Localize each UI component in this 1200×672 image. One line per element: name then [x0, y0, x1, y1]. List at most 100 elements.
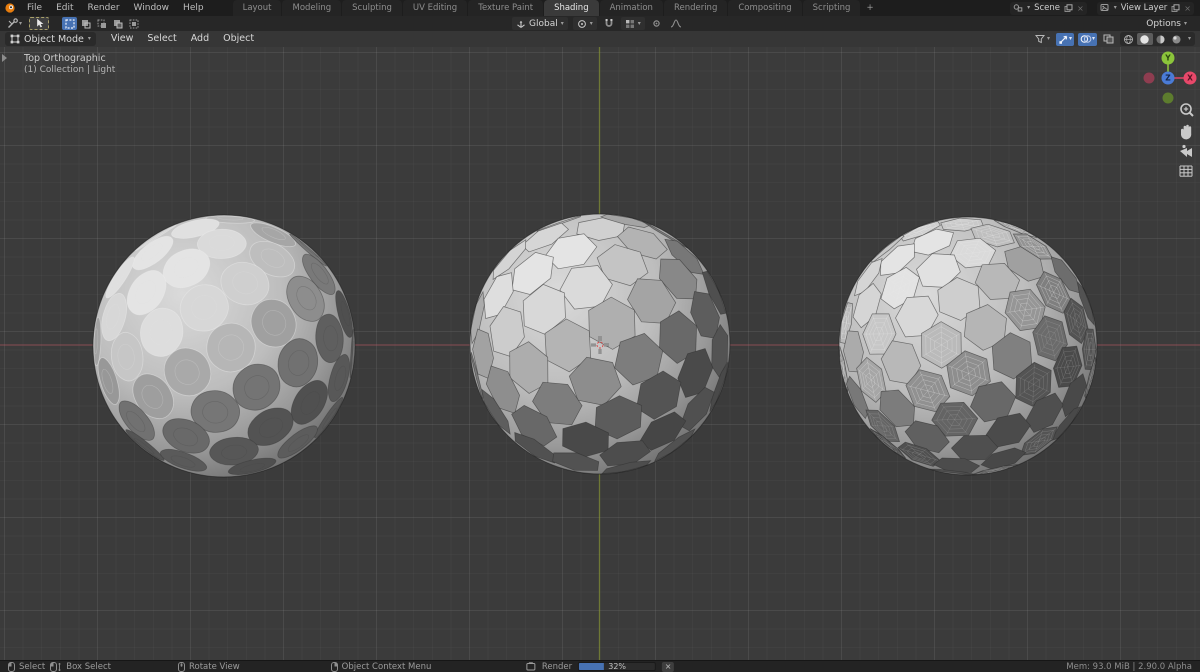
options-label: Options [1146, 18, 1181, 29]
unlink-scene-icon[interactable]: × [1077, 4, 1084, 13]
show-overlays-toggle[interactable]: ▾ [1077, 32, 1097, 46]
transform-orientation-dropdown[interactable]: Global ▾ [512, 17, 568, 30]
new-scene-icon[interactable] [1064, 3, 1073, 13]
scene-canvas[interactable]: Y X Z [0, 47, 1200, 660]
xray-icon [1103, 34, 1114, 44]
gizmo-axis-y-neg[interactable] [1162, 92, 1174, 104]
render-job-icon [526, 662, 536, 671]
navigation-gizmo[interactable]: Y X Z [1143, 51, 1197, 104]
options-dropdown[interactable]: Options ▾ [1142, 17, 1191, 30]
shading-solid-button[interactable] [1136, 33, 1153, 45]
viewport-menu-add[interactable]: Add [184, 31, 216, 47]
orientation-label: Global [529, 18, 558, 29]
show-gizmo-toggle[interactable]: ▾ [1055, 32, 1074, 46]
chevron-down-icon: ▾ [1187, 35, 1191, 42]
remove-view-layer-icon[interactable]: × [1184, 4, 1191, 13]
chevron-down-icon: ▾ [560, 19, 564, 27]
view-layer-icon [1100, 4, 1109, 11]
mode-label: Object Mode [24, 33, 84, 45]
svg-text:Z: Z [1165, 74, 1171, 83]
cancel-render-button[interactable]: × [662, 661, 675, 672]
scene-icon [1013, 4, 1023, 12]
scene-selector[interactable]: ▾ Scene × [1010, 1, 1087, 15]
tab-sculpting[interactable]: Sculpting [342, 0, 402, 16]
menu-render[interactable]: Render [81, 0, 127, 16]
active-tool-select-box[interactable] [29, 17, 50, 30]
chevron-down-icon: ▾ [589, 19, 593, 27]
tab-shading[interactable]: Shading [544, 0, 599, 16]
object-mode-icon [10, 34, 20, 44]
sphere-object-blob[interactable] [92, 214, 356, 478]
workspace-tabs: Layout Modeling Sculpting UV Editing Texture… [232, 0, 879, 16]
tab-compositing[interactable]: Compositing [728, 0, 802, 16]
overlays-icon [1080, 35, 1092, 43]
viewport-menu-view[interactable]: View [104, 31, 141, 47]
viewport-menu-object[interactable]: Object [216, 31, 261, 47]
topbar: File Edit Render Window Help Layout Modeling S… [0, 0, 1200, 16]
select-mode-extend-button[interactable] [78, 17, 93, 30]
select-mode-subtract-button[interactable] [94, 17, 109, 30]
viewport-3d[interactable]: Top Orthographic (1) Collection | Light … [0, 47, 1200, 660]
proportional-editing-toggle[interactable] [650, 17, 663, 30]
tab-uv-editing[interactable]: UV Editing [402, 0, 468, 16]
blender-logo-icon[interactable] [0, 0, 20, 16]
mouse-left-icon [8, 661, 15, 672]
shading-material-button[interactable] [1153, 33, 1169, 45]
shading-rendered-button[interactable] [1169, 33, 1185, 45]
render-progress-bar: 32% [578, 662, 657, 671]
proportional-falloff-dropdown[interactable] [668, 17, 684, 30]
chevron-down-icon: ▾ [1068, 35, 1072, 42]
new-view-layer-icon[interactable] [1171, 3, 1180, 13]
keymap-context-menu-hint: Object Context Menu [330, 661, 431, 672]
snap-toggle-button[interactable] [602, 17, 616, 30]
chevron-down-icon: ▾ [1046, 35, 1050, 42]
hint-label: Select [19, 661, 46, 672]
sphere-object-wire[interactable] [838, 216, 1098, 476]
tab-texture-paint[interactable]: Texture Paint [468, 0, 544, 16]
tab-animation[interactable]: Animation [599, 0, 663, 16]
tab-rendering[interactable]: Rendering [663, 0, 728, 16]
menu-window[interactable]: Window [127, 0, 177, 16]
sphere-object-facet[interactable] [469, 213, 731, 475]
chevron-down-icon: ▾ [87, 35, 91, 42]
scene-name: Scene [1034, 3, 1060, 13]
tab-layout[interactable]: Layout [232, 0, 282, 16]
status-bar: Select Box Select Rotate View Object Con… [0, 660, 1200, 672]
camera-view-icon[interactable] [1180, 144, 1192, 157]
tab-scripting[interactable]: Scripting [802, 0, 861, 16]
viewport-menu-select[interactable]: Select [140, 31, 183, 47]
blender-window: File Edit Render Window Help Layout Modeling S… [0, 0, 1200, 672]
object-type-visibility-dropdown[interactable]: ▾ [1033, 33, 1052, 46]
gizmo-axis-x-neg[interactable] [1143, 72, 1155, 84]
chevron-down-icon: ▾ [1113, 4, 1117, 11]
viewport-side-controls [1179, 103, 1194, 177]
pivot-icon [577, 19, 586, 28]
editor-type-button[interactable]: ▾ [5, 17, 24, 30]
select-mode-buttons [62, 17, 141, 30]
svg-text:Y: Y [1164, 54, 1171, 63]
mouse-middle-icon [177, 661, 185, 672]
xray-toggle[interactable] [1101, 33, 1116, 46]
magnet-icon [605, 19, 613, 27]
select-mode-invert-button[interactable] [110, 17, 125, 30]
mouse-drag-icon [50, 661, 61, 672]
view-layer-selector[interactable]: ▾ View Layer × [1096, 1, 1194, 15]
shading-wireframe-button[interactable] [1121, 33, 1137, 45]
menu-edit[interactable]: Edit [49, 0, 80, 16]
select-mode-new-button[interactable] [62, 17, 78, 30]
pan-hand-icon[interactable] [1181, 124, 1192, 140]
ortho-perspective-toggle-icon[interactable] [1179, 165, 1193, 177]
orientation-global-icon [517, 20, 525, 28]
mode-dropdown[interactable]: Object Mode ▾ [5, 32, 96, 46]
menu-help[interactable]: Help [176, 0, 211, 16]
zoom-icon[interactable] [1180, 103, 1194, 117]
snap-target-dropdown[interactable]: ▾ [620, 17, 645, 30]
mouse-right-icon [330, 661, 338, 672]
pivot-point-dropdown[interactable]: ▾ [572, 17, 597, 30]
keymap-box-select-hint: Box Select [50, 661, 111, 672]
tab-modeling[interactable]: Modeling [282, 0, 342, 16]
menu-file[interactable]: File [20, 0, 49, 16]
gizmo-arrows-icon [1059, 35, 1068, 44]
tab--[interactable]: + [861, 0, 878, 16]
select-mode-intersect-button[interactable] [126, 17, 141, 30]
